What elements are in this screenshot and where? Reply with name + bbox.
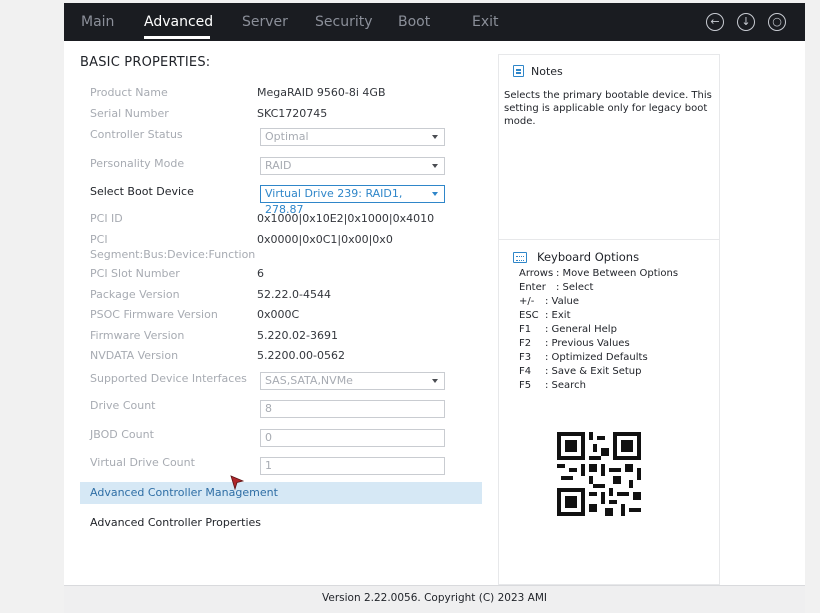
controller-status-value: Optimal — [265, 130, 309, 143]
notes-title: Notes — [531, 65, 563, 78]
tab-advanced-label: Advanced — [144, 14, 214, 30]
package-version-value: 52.22.0-4544 — [257, 288, 331, 301]
tab-advanced[interactable]: Advanced — [144, 3, 214, 41]
psoc-firmware-version-label: PSOC Firmware Version — [90, 308, 218, 321]
mouse-cursor-icon — [230, 475, 244, 491]
tab-boot[interactable]: Boot — [398, 3, 430, 41]
qr-code — [553, 428, 645, 520]
notes-header: Notes — [513, 65, 563, 78]
qr-code-icon — [557, 432, 641, 516]
package-version-label: Package Version — [90, 288, 180, 301]
jbod-count-field[interactable]: 0 — [260, 429, 445, 447]
kb-desc: : Previous Values — [545, 338, 630, 349]
chevron-down-icon — [432, 135, 438, 139]
keyboard-icon — [513, 252, 527, 263]
kb-key: Arrows — [519, 268, 554, 279]
personality-mode-label: Personality Mode — [90, 157, 185, 170]
firmware-version-label: Firmware Version — [90, 329, 185, 342]
kb-desc: : Optimized Defaults — [545, 352, 648, 363]
download-icon[interactable]: ↓ — [737, 13, 755, 31]
serial-number-value: SKC1720745 — [257, 107, 328, 120]
kb-desc: : Select — [556, 282, 594, 293]
advanced-controller-management-label: Advanced Controller Management — [90, 486, 278, 499]
chevron-down-icon — [432, 164, 438, 168]
kb-key: F3 — [519, 352, 532, 363]
active-tab-indicator — [144, 36, 210, 39]
drive-count-label: Drive Count — [90, 399, 156, 412]
virtual-drive-count-field[interactable]: 1 — [260, 457, 445, 475]
footer-bar: Version 2.22.0056. Copyright (C) 2023 AM… — [64, 585, 805, 613]
kb-key: F1 — [519, 324, 532, 335]
notes-panel: Notes Selects the primary bootable devic… — [498, 54, 720, 240]
kb-key: F5 — [519, 380, 532, 391]
personality-mode-select[interactable]: RAID — [260, 157, 445, 175]
notes-text: Selects the primary bootable device. Thi… — [504, 90, 712, 127]
firmware-version-value: 5.220.02-3691 — [257, 329, 338, 342]
main-content: BASIC PROPERTIES: Product Name MegaRAID … — [64, 41, 805, 585]
kb-key: Enter — [519, 282, 546, 293]
kb-desc: : Exit — [545, 310, 571, 321]
select-boot-device-label: Select Boot Device — [90, 185, 194, 198]
kb-desc: : Move Between Options — [556, 268, 679, 279]
nvdata-version-value: 5.2200.00-0562 — [257, 349, 345, 362]
virtual-drive-count-label: Virtual Drive Count — [90, 456, 195, 469]
pci-slot-number-value: 6 — [257, 267, 264, 280]
bios-window: Main Advanced Server Security Boot Exit … — [0, 0, 820, 613]
kb-key: F4 — [519, 366, 532, 377]
pci-segment-value: 0x0000|0x0C1|0x00|0x0 — [257, 233, 393, 246]
kb-desc: : General Help — [545, 324, 617, 335]
keyboard-options-panel: Keyboard Options Arrows : Move Between O… — [498, 240, 720, 585]
chevron-down-icon — [432, 379, 438, 383]
drive-count-field[interactable]: 8 — [260, 400, 445, 418]
kb-key: ESC — [519, 310, 539, 321]
controller-status-select[interactable]: Optimal — [260, 128, 445, 146]
controller-status-label: Controller Status — [90, 128, 183, 141]
personality-mode-value: RAID — [265, 159, 292, 172]
nvdata-version-label: NVDATA Version — [90, 349, 179, 362]
jbod-count-label: JBOD Count — [90, 428, 154, 441]
tab-main[interactable]: Main — [81, 3, 114, 41]
serial-number-label: Serial Number — [90, 107, 169, 120]
search-icon[interactable]: ○ — [768, 13, 786, 31]
notes-icon — [513, 65, 524, 77]
psoc-firmware-version-value: 0x000C — [257, 308, 300, 321]
supported-device-interfaces-label: Supported Device Interfaces — [90, 372, 247, 385]
product-name-value: MegaRAID 9560-8i 4GB — [257, 86, 386, 99]
back-icon[interactable]: ← — [706, 13, 724, 31]
kb-key: F2 — [519, 338, 532, 349]
pci-id-label: PCI ID — [90, 212, 123, 225]
top-nav-bar: Main Advanced Server Security Boot Exit … — [64, 3, 805, 41]
advanced-controller-management-link[interactable]: Advanced Controller Management — [80, 482, 482, 504]
tab-server[interactable]: Server — [242, 3, 288, 41]
section-title: BASIC PROPERTIES: — [80, 55, 211, 70]
kb-desc: : Save & Exit Setup — [545, 366, 642, 377]
pci-slot-number-label: PCI Slot Number — [90, 267, 180, 280]
keyboard-options-title: Keyboard Options — [537, 250, 640, 264]
tab-security[interactable]: Security — [315, 3, 373, 41]
chevron-down-icon — [432, 192, 438, 196]
supported-device-interfaces-value: SAS,SATA,NVMe — [265, 374, 353, 387]
tab-exit[interactable]: Exit — [472, 3, 499, 41]
product-name-label: Product Name — [90, 86, 168, 99]
pci-id-value: 0x1000|0x10E2|0x1000|0x4010 — [257, 212, 435, 225]
kb-desc: : Search — [545, 380, 586, 391]
supported-device-interfaces-select[interactable]: SAS,SATA,NVMe — [260, 372, 445, 390]
advanced-controller-properties-link[interactable]: Advanced Controller Properties — [90, 516, 261, 529]
kb-key: +/- — [519, 296, 535, 307]
pci-segment-label-line2: Segment:Bus:Device:Function — [90, 248, 256, 261]
pci-segment-label-line1: PCI — [90, 233, 108, 246]
kb-desc: : Value — [545, 296, 580, 307]
boot-device-select[interactable]: Virtual Drive 239: RAID1, 278.87 — [260, 185, 445, 216]
version-text: Version 2.22.0056. Copyright (C) 2023 AM… — [322, 592, 547, 604]
